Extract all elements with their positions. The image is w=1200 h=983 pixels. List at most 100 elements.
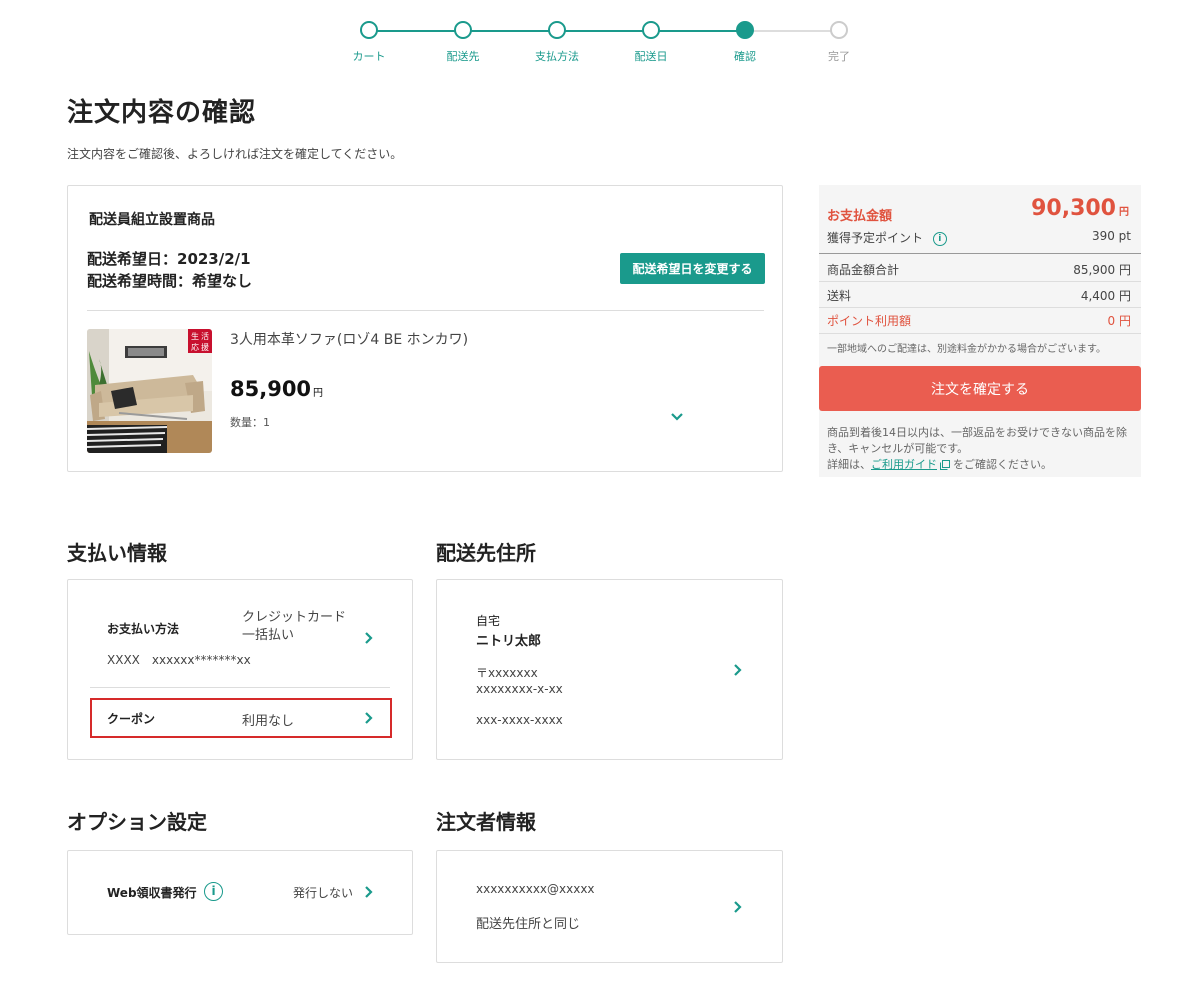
step-label: 完了 — [828, 50, 850, 63]
shipping-address-title: 配送先住所 — [436, 541, 536, 565]
divider — [819, 253, 1141, 254]
delivery-type-heading: 配送員組立設置商品 — [89, 212, 215, 228]
point-usage-label: ポイント利用額 — [827, 314, 912, 328]
card-number: XXXX xxxxxx*******xx — [107, 653, 251, 667]
step-confirm: 確認 — [715, 21, 775, 64]
divider — [819, 307, 1141, 308]
chevron-right-icon — [734, 901, 742, 913]
change-delivery-date-button[interactable]: 配送希望日を変更する — [620, 253, 765, 284]
currency-unit: 円 — [1119, 207, 1129, 218]
point-usage-row: ポイント利用額 0 円 — [827, 312, 1131, 329]
payment-method-label: お支払い方法 — [107, 622, 180, 636]
options-title: オプション設定 — [67, 810, 207, 834]
delivery-date: 配送希望日：2023/2/1 — [87, 250, 251, 268]
chevron-right-icon — [365, 632, 373, 644]
delivery-time: 配送希望時間：希望なし — [87, 272, 253, 290]
badge-char: 生 — [191, 331, 199, 341]
coupon-row[interactable]: クーポン 利用なし — [90, 698, 392, 738]
shipping-fee-value: 4,400 円 — [1080, 289, 1131, 303]
total-payment-label: お支払金額 — [827, 209, 893, 224]
order-item-card: 配送員組立設置商品 配送希望日：2023/2/1 配送希望時間：希望なし 配送希… — [67, 185, 783, 472]
info-icon[interactable]: i — [204, 882, 223, 901]
shipping-fee-row: 送料 4,400 円 — [827, 287, 1131, 304]
earned-points-value: 390 pt — [1091, 229, 1131, 243]
payment-method-row[interactable]: お支払い方法 クレジットカード 一括払い XXXX xxxxxx*******x… — [68, 580, 414, 680]
orderer-email: xxxxxxxxxx@xxxxx — [476, 882, 595, 896]
step-label: 支払方法 — [535, 50, 579, 63]
chevron-down-icon[interactable] — [669, 411, 685, 423]
product-name[interactable]: 3人用本革ソファ(ロゾ4 BE ホンカワ) — [230, 329, 468, 349]
step-dot — [360, 21, 378, 39]
price-unit: 円 — [313, 388, 324, 399]
step-dot — [548, 21, 566, 39]
sofa-illustration: 生 活 応 援 — [87, 329, 212, 453]
step-label: 確認 — [734, 50, 756, 63]
step-dot — [830, 21, 848, 39]
point-usage-value: 0 円 — [1107, 314, 1131, 328]
web-receipt-setting[interactable]: 発行しない — [288, 875, 388, 909]
badge-char: 援 — [201, 342, 209, 352]
checkout-stepper: カート 配送先 支払方法 配送日 確認 完了 — [0, 0, 1200, 70]
badge-char: 応 — [191, 342, 199, 352]
payment-info-title: 支払い情報 — [67, 541, 167, 565]
step-dot — [642, 21, 660, 39]
earned-points-row: 獲得予定ポイント i 390 pt — [827, 229, 1131, 246]
product-image[interactable]: 生 活 応 援 — [87, 329, 212, 453]
guide-suffix: をご確認ください。 — [953, 458, 1052, 471]
subtotal-label: 商品金額合計 — [827, 263, 900, 277]
web-receipt-value: 発行しない — [293, 886, 354, 900]
divider — [819, 281, 1141, 282]
product-quantity: 数量：1 — [230, 416, 270, 429]
web-receipt-label: Web領収書発行 — [107, 886, 197, 900]
step-delivery-date[interactable]: 配送日 — [621, 21, 681, 64]
subtotal-row: 商品金額合計 85,900 円 — [827, 261, 1131, 278]
step-dot-current — [736, 21, 754, 39]
step-payment-method[interactable]: 支払方法 — [527, 21, 587, 64]
orderer-same-as-shipping: 配送先住所と同じ — [476, 917, 581, 932]
divider — [87, 310, 764, 311]
confirm-order-button[interactable]: 注文を確定する — [819, 366, 1141, 411]
external-link-icon — [940, 460, 950, 470]
badge-char: 活 — [201, 331, 209, 341]
step-label: カート — [352, 50, 386, 63]
guide-line: 詳細は、ご利用ガイド をご確認ください。 — [827, 457, 1133, 473]
shipping-fee-label: 送料 — [827, 289, 852, 303]
product-price: 85,900 円 — [230, 377, 323, 401]
options-card: Web領収書発行 i 発行しない — [67, 850, 413, 935]
user-guide-link[interactable]: ご利用ガイド — [871, 458, 937, 471]
payment-method-installment: 一括払い — [242, 628, 295, 643]
chevron-right-icon — [365, 886, 373, 898]
step-label: 配送先 — [446, 50, 480, 63]
payment-method-type: クレジットカード — [242, 610, 347, 625]
page-description: 注文内容をご確認後、よろしければ注文を確定してください。 — [67, 147, 403, 161]
step-dot — [454, 21, 472, 39]
step-shipping-address[interactable]: 配送先 — [433, 21, 493, 64]
address-line: xxxxxxxx-x-xx — [476, 682, 563, 696]
order-summary-panel: お支払金額 90,300 円 獲得予定ポイント i 390 pt 商品金額合計 8… — [819, 185, 1141, 477]
earned-points-label: 獲得予定ポイント — [827, 231, 924, 245]
page-title: 注文内容の確認 — [67, 98, 257, 128]
info-icon[interactable]: i — [932, 231, 947, 246]
payment-method-value: クレジットカード 一括払い — [242, 609, 346, 645]
return-policy-text: 商品到着後14日以内は、一部返品をお受けできない商品を除き、キャンセルが可能です… — [827, 426, 1127, 455]
divider — [90, 687, 390, 688]
coupon-label: クーポン — [107, 712, 156, 726]
regional-fee-note: 一部地域へのご配達は、別途料金がかかる場合がございます。 — [827, 344, 1106, 355]
total-payment-value: 90,300 — [1031, 196, 1116, 221]
orderer-info-card[interactable]: xxxxxxxxxx@xxxxx 配送先住所と同じ — [436, 850, 783, 963]
payment-info-card: お支払い方法 クレジットカード 一括払い XXXX xxxxxx*******x… — [67, 579, 413, 760]
total-payment-amount: 90,300 円 — [1031, 196, 1129, 221]
chevron-right-icon — [365, 712, 373, 724]
step-complete: 完了 — [809, 21, 869, 64]
divider — [819, 333, 1141, 334]
shipping-address-card[interactable]: 自宅 ニトリ太郎 〒xxxxxxx xxxxxxxx-x-xx xxx-xxxx… — [436, 579, 783, 760]
address-type: 自宅 — [476, 614, 501, 628]
recipient-name: ニトリ太郎 — [476, 634, 542, 649]
phone-number: xxx-xxxx-xxxx — [476, 713, 563, 727]
coupon-value: 利用なし — [242, 714, 295, 729]
chevron-right-icon — [734, 664, 742, 676]
subtotal-value: 85,900 円 — [1073, 263, 1131, 277]
step-cart[interactable]: カート — [339, 21, 399, 64]
postal-code: 〒xxxxxxx — [476, 666, 538, 680]
delivery-schedule: 配送希望日：2023/2/1 配送希望時間：希望なし — [87, 248, 252, 292]
